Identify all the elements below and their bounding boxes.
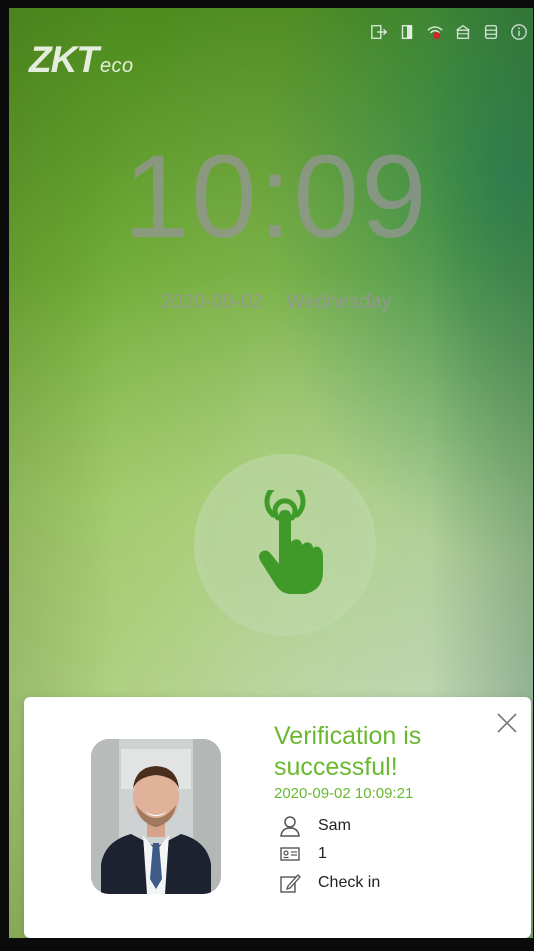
user-name-row: Sam bbox=[279, 815, 351, 837]
verification-timestamp: 2020-09-02 10:09:21 bbox=[274, 785, 414, 802]
database-icon[interactable] bbox=[481, 22, 501, 42]
brand-logo: ZKT eco bbox=[29, 38, 134, 78]
door-icon[interactable] bbox=[397, 22, 417, 42]
device-frame: ZKT eco 10:09 2020-09-02 Wednesday Verif… bbox=[0, 0, 534, 951]
close-icon bbox=[497, 713, 517, 733]
network-icon[interactable] bbox=[453, 22, 473, 42]
verify-state-value: Check in bbox=[318, 874, 381, 891]
wifi-disconnected-icon[interactable] bbox=[425, 22, 445, 42]
user-photo bbox=[91, 739, 221, 894]
logout-icon[interactable] bbox=[369, 22, 389, 42]
touch-hand-icon bbox=[259, 490, 323, 594]
clock-date: 2020-09-02 bbox=[160, 291, 263, 313]
verification-popup: Verification is successful! 2020-09-02 1… bbox=[24, 697, 531, 938]
verify-state-row: Check in bbox=[279, 872, 380, 894]
logo-eco-text: eco bbox=[99, 55, 134, 77]
touch-verify-button[interactable] bbox=[194, 454, 376, 636]
user-id-row: 1 bbox=[279, 843, 327, 865]
status-icon-bar bbox=[369, 22, 529, 42]
info-icon[interactable] bbox=[509, 22, 529, 42]
verification-headline: Verification is successful! bbox=[274, 722, 422, 781]
clock-time: 10:09 bbox=[123, 131, 429, 263]
user-icon bbox=[279, 815, 301, 837]
user-name-value: Sam bbox=[318, 817, 351, 834]
bottom-bezel bbox=[9, 938, 533, 951]
user-id-value: 1 bbox=[318, 845, 327, 862]
edit-icon bbox=[279, 872, 301, 894]
close-button[interactable] bbox=[495, 711, 519, 735]
clock-weekday: Wednesday bbox=[286, 291, 392, 313]
id-card-icon bbox=[279, 843, 301, 865]
clock-date-line: 2020-09-02 Wednesday bbox=[9, 291, 533, 314]
logo-main-text: ZKT bbox=[29, 39, 99, 80]
